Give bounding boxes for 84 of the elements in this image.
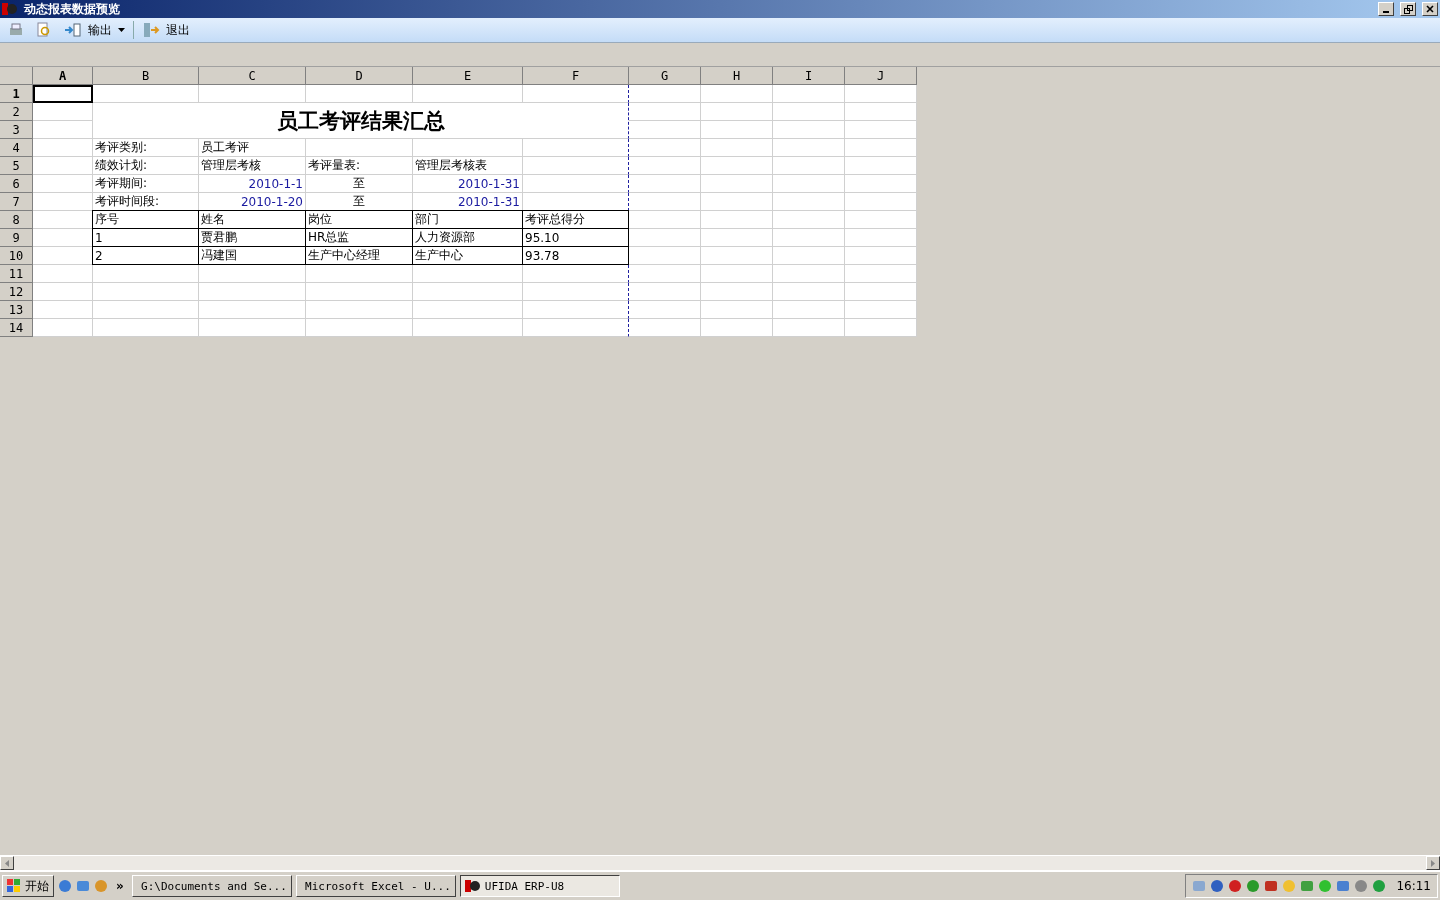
sheet-cell[interactable]: 95.10 bbox=[522, 228, 629, 247]
sheet-title[interactable]: 员工考评结果汇总 bbox=[93, 103, 629, 139]
sheet-cell[interactable]: 2010-1-31 bbox=[413, 175, 523, 193]
column-header[interactable]: D bbox=[306, 67, 413, 85]
sheet-cell[interactable]: 2 bbox=[92, 246, 199, 265]
row-header[interactable]: 9 bbox=[0, 229, 33, 247]
row-header[interactable]: 7 bbox=[0, 193, 33, 211]
row-header[interactable]: 11 bbox=[0, 265, 33, 283]
sheet-cell[interactable]: 考评类别: bbox=[93, 139, 199, 157]
taskbar-button[interactable]: G:\Documents and Se... bbox=[131, 875, 292, 897]
sheet-cell[interactable]: 2010-1-20 bbox=[199, 193, 306, 211]
close-icon bbox=[1426, 5, 1434, 13]
column-header[interactable]: A bbox=[33, 67, 93, 85]
sheet-cell[interactable]: 93.78 bbox=[522, 246, 629, 265]
arrow-right-icon bbox=[1431, 859, 1435, 867]
sheet-cell[interactable]: 2010-1-1 bbox=[199, 175, 306, 193]
row-header[interactable]: 8 bbox=[0, 211, 33, 229]
row-header[interactable]: 4 bbox=[0, 139, 33, 157]
arrow-grid-icon bbox=[64, 22, 82, 38]
sheet-cell[interactable]: 序号 bbox=[92, 210, 199, 229]
arrow-left-icon bbox=[5, 859, 9, 867]
empty-cell[interactable] bbox=[523, 139, 629, 157]
row-header[interactable]: 2 bbox=[0, 103, 33, 121]
sheet-cell[interactable]: 绩效计划: bbox=[93, 157, 199, 175]
empty-cell[interactable] bbox=[523, 283, 629, 301]
horizontal-scrollbar[interactable] bbox=[0, 855, 1440, 870]
empty-cell[interactable] bbox=[523, 301, 629, 319]
empty-cell[interactable] bbox=[523, 175, 629, 193]
export-button[interactable]: 输出 bbox=[60, 19, 129, 41]
selected-cell[interactable] bbox=[33, 85, 93, 103]
column-header[interactable]: E bbox=[413, 67, 523, 85]
window-title: 动态报表数据预览 bbox=[24, 0, 121, 18]
column-header[interactable]: H bbox=[701, 67, 773, 85]
app-logo-icon bbox=[464, 879, 481, 893]
row-header[interactable]: 14 bbox=[0, 319, 33, 337]
column-header[interactable]: F bbox=[523, 67, 629, 85]
row-header[interactable]: 10 bbox=[0, 247, 33, 265]
sheet-cell[interactable]: 至 bbox=[306, 193, 413, 211]
exit-button[interactable]: 退出 bbox=[138, 19, 194, 41]
sheet-cell[interactable]: 管理层考核表 bbox=[413, 157, 523, 175]
sheet-cell[interactable]: 冯建国 bbox=[198, 246, 306, 265]
empty-cell[interactable] bbox=[523, 319, 629, 337]
row-header[interactable]: 3 bbox=[0, 121, 33, 139]
sheet-cell[interactable]: 考评时间段: bbox=[93, 193, 199, 211]
minimize-button[interactable] bbox=[1378, 2, 1394, 16]
column-header[interactable]: J bbox=[845, 67, 917, 85]
magnifier-page-icon bbox=[36, 22, 52, 38]
app-logo-icon bbox=[2, 2, 18, 16]
caret-icon bbox=[118, 28, 125, 32]
empty-cell[interactable] bbox=[523, 85, 629, 103]
taskbar-button[interactable]: UFIDA ERP-U8 bbox=[459, 875, 620, 897]
row-header[interactable]: 13 bbox=[0, 301, 33, 319]
taskbar-button[interactable]: Microsoft Excel - U... bbox=[295, 875, 456, 897]
sheet-cell[interactable]: 至 bbox=[306, 175, 413, 193]
sheet-cell[interactable]: 考评期间: bbox=[93, 175, 199, 193]
clock: 16:11 bbox=[1396, 879, 1431, 893]
scroll-right-button[interactable] bbox=[1426, 856, 1440, 870]
empty-cell[interactable] bbox=[523, 265, 629, 283]
column-header[interactable]: B bbox=[93, 67, 199, 85]
sheet-cell[interactable]: 员工考评 bbox=[199, 139, 306, 157]
sheet-cell[interactable]: 生产中心经理 bbox=[305, 246, 413, 265]
row-header[interactable]: 6 bbox=[0, 175, 33, 193]
windows-flag-icon bbox=[7, 879, 21, 893]
row-header[interactable]: 5 bbox=[0, 157, 33, 175]
sheet-cell[interactable]: 2010-1-31 bbox=[413, 193, 523, 211]
column-header[interactable]: I bbox=[773, 67, 845, 85]
select-all-corner[interactable] bbox=[0, 67, 33, 85]
close-button[interactable] bbox=[1422, 2, 1438, 16]
door-arrow-icon bbox=[142, 22, 160, 38]
sheet-cell[interactable]: 管理层考核 bbox=[199, 157, 306, 175]
printer-icon bbox=[8, 22, 24, 38]
restore-button[interactable] bbox=[1400, 2, 1416, 16]
row-header[interactable]: 1 bbox=[0, 85, 33, 103]
column-header[interactable]: C bbox=[199, 67, 306, 85]
scroll-left-button[interactable] bbox=[0, 856, 14, 870]
more-button[interactable]: » bbox=[112, 879, 128, 893]
row-header[interactable]: 12 bbox=[0, 283, 33, 301]
sheet-cell[interactable]: 生产中心 bbox=[412, 246, 523, 265]
restore-icon bbox=[1403, 4, 1413, 14]
empty-cell[interactable] bbox=[523, 157, 629, 175]
column-header[interactable]: G bbox=[629, 67, 701, 85]
sheet-cell[interactable]: 考评总得分 bbox=[522, 210, 629, 229]
sheet-cell[interactable]: 考评量表: bbox=[306, 157, 413, 175]
start-button[interactable]: 开始 bbox=[2, 875, 54, 897]
